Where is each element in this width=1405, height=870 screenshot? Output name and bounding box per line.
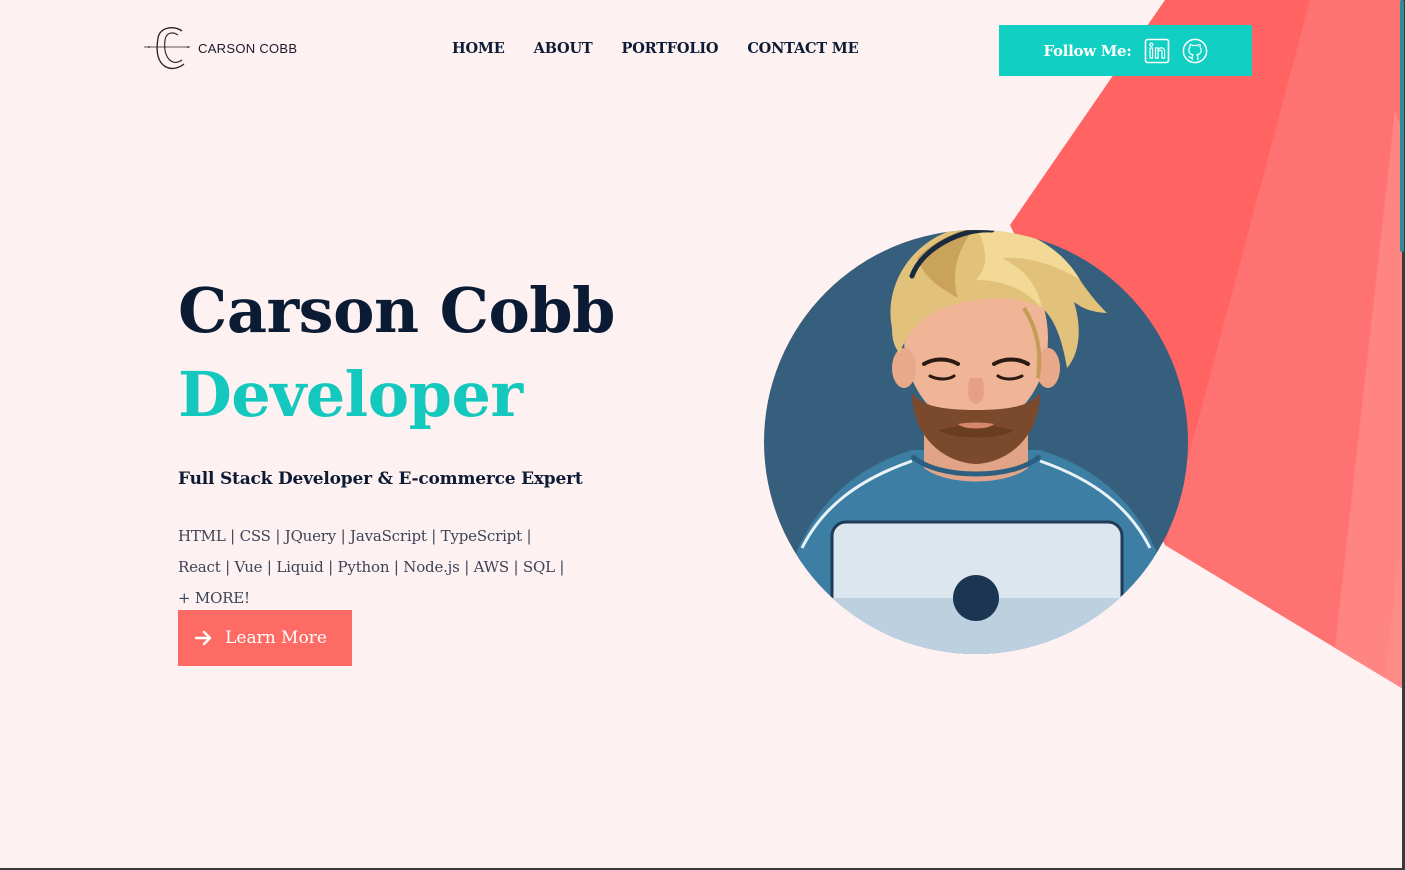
- hero-name: Carson Cobb: [178, 274, 616, 347]
- scrollbar[interactable]: [1400, 0, 1404, 252]
- nav-about[interactable]: ABOUT: [534, 40, 593, 57]
- logo-text: CARSON COBB: [198, 40, 298, 56]
- developer-avatar-illustration: [764, 230, 1188, 654]
- github-icon[interactable]: [1182, 38, 1208, 64]
- decorative-background-shapes: [1010, 0, 1405, 690]
- follow-label: Follow Me:: [1043, 41, 1132, 60]
- nav-contact[interactable]: CONTACT ME: [747, 40, 858, 57]
- linkedin-icon[interactable]: [1144, 38, 1170, 64]
- nav-home[interactable]: HOME: [452, 40, 505, 57]
- skills-list: HTML | CSS | JQuery | JavaScript | TypeS…: [178, 527, 565, 607]
- learn-more-label: Learn More: [225, 628, 327, 648]
- nav-portfolio[interactable]: PORTFOLIO: [621, 40, 718, 57]
- learn-more-button[interactable]: Learn More: [178, 610, 352, 666]
- arrow-right-icon: [195, 630, 212, 646]
- logo-mark-icon: [144, 27, 190, 70]
- follow-me-box: Follow Me:: [999, 25, 1252, 76]
- logo[interactable]: CARSON COBB: [144, 26, 297, 70]
- main-nav: HOME ABOUT PORTFOLIO CONTACT ME: [452, 40, 859, 57]
- hero-tagline: Full Stack Developer & E-commerce Expert: [178, 469, 583, 489]
- hero-role: Developer: [178, 358, 523, 431]
